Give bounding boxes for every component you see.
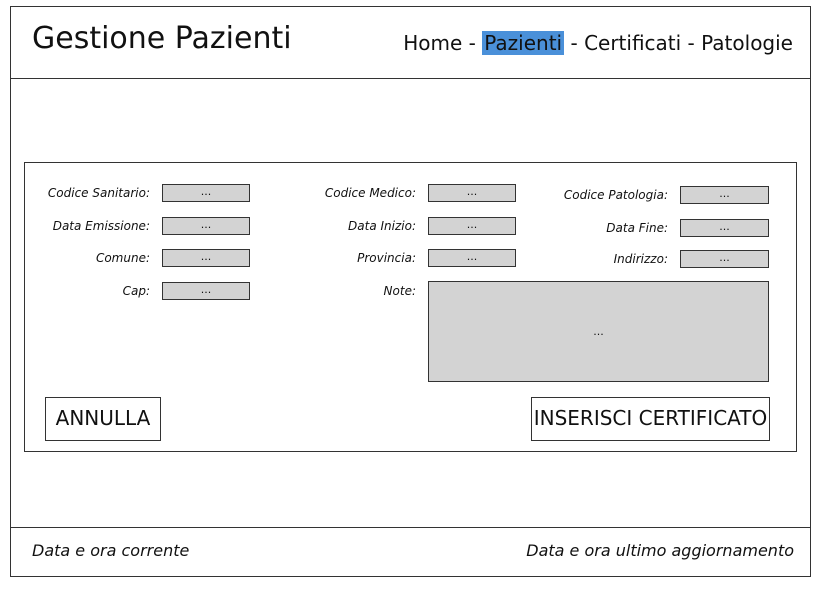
nav-home[interactable]: Home [403,31,462,55]
codice-patologia-label: Codice Patologia: [563,188,668,202]
data-inizio-field[interactable]: ... [428,217,516,235]
nav-separator: - [462,31,483,55]
data-emissione-field[interactable]: ... [162,217,250,235]
header: Gestione Pazienti Home - Pazienti - Cert… [10,6,811,79]
data-fine-field[interactable]: ... [680,219,769,237]
main-nav: Home - Pazienti - Certificati - Patologi… [403,29,793,57]
provincia-field[interactable]: ... [428,249,516,267]
data-inizio-label: Data Inizio: [348,219,416,233]
codice-medico-field[interactable]: ... [428,184,516,202]
cap-label: Cap: [122,284,150,298]
comune-label: Comune: [95,251,150,265]
note-value: ... [593,325,604,338]
comune-field[interactable]: ... [162,249,250,267]
nav-certificati[interactable]: Certificati [584,31,681,55]
codice-sanitario-label: Codice Sanitario: [47,186,150,200]
note-label: Note: [383,284,416,298]
current-datetime: Data e ora corrente [32,541,190,560]
app-title: Gestione Pazienti [32,21,292,56]
cap-field[interactable]: ... [162,282,250,300]
nav-pazienti[interactable]: Pazienti [482,31,565,55]
indirizzo-field[interactable]: ... [680,250,769,268]
nav-patologie[interactable]: Patologie [701,31,793,55]
data-emissione-label: Data Emissione: [52,219,150,233]
provincia-label: Provincia: [357,251,416,265]
nav-separator: - [681,31,702,55]
footer: Data e ora corrente Data e ora ultimo ag… [10,527,811,577]
insert-certificate-button[interactable]: INSERISCI CERTIFICATO [531,397,770,441]
codice-medico-label: Codice Medico: [324,186,416,200]
last-update-datetime: Data e ora ultimo aggiornamento [526,541,794,560]
indirizzo-label: Indirizzo: [613,252,668,266]
nav-separator: - [564,31,585,55]
codice-patologia-field[interactable]: ... [680,186,769,204]
codice-sanitario-field[interactable]: ... [162,184,250,202]
note-textarea[interactable]: ... [428,281,769,382]
cancel-button[interactable]: ANNULLA [45,397,161,441]
data-fine-label: Data Fine: [606,221,668,235]
